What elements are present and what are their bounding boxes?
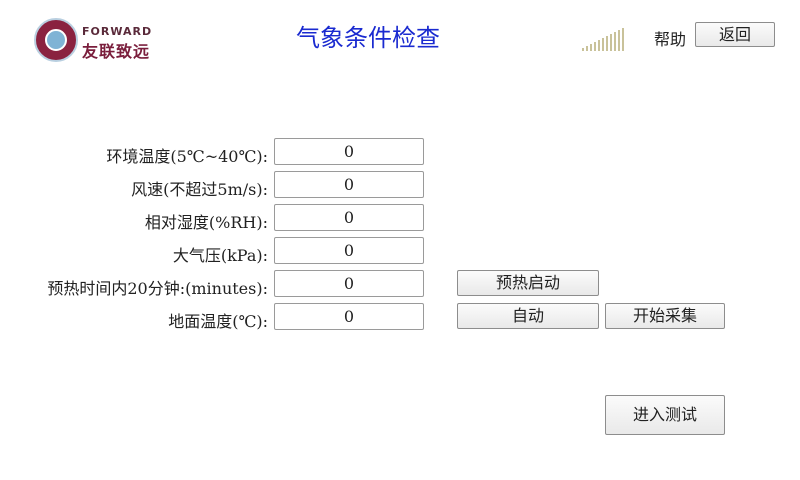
wind-speed-field[interactable]: [274, 171, 424, 198]
logo-emblem-icon: [34, 18, 78, 62]
logo-text-cn: 友联致远: [82, 42, 151, 61]
help-link[interactable]: 帮助: [654, 26, 686, 50]
preheat-time-field[interactable]: [274, 270, 424, 297]
signal-strength-icon: [580, 27, 628, 51]
enter-test-button[interactable]: 进入测试: [605, 395, 725, 435]
ambient-temperature-field[interactable]: [274, 138, 424, 165]
preheat-time-label: 预热时间内20分钟:(minutes):: [47, 279, 268, 298]
logo-text-en: FORWARD: [82, 25, 153, 38]
auto-button[interactable]: 自动: [457, 303, 599, 329]
relative-humidity-field[interactable]: [274, 204, 424, 231]
preheat-start-button[interactable]: 预热启动: [457, 270, 599, 296]
atmospheric-pressure-label: 大气压(kPa):: [172, 246, 268, 265]
atmospheric-pressure-field[interactable]: [274, 237, 424, 264]
ground-temperature-field[interactable]: [274, 303, 424, 330]
company-logo: FORWARD 友联致远: [34, 18, 164, 64]
relative-humidity-label: 相对湿度(%RH):: [144, 213, 268, 232]
ambient-temperature-label: 环境温度(5℃~40℃):: [106, 147, 268, 166]
ground-temperature-label: 地面温度(℃):: [168, 312, 268, 331]
wind-speed-label: 风速(不超过5m/s):: [131, 180, 268, 199]
page-title: 气象条件检查: [296, 24, 440, 52]
start-collection-button[interactable]: 开始采集: [605, 303, 725, 329]
back-button[interactable]: 返回: [695, 22, 775, 47]
